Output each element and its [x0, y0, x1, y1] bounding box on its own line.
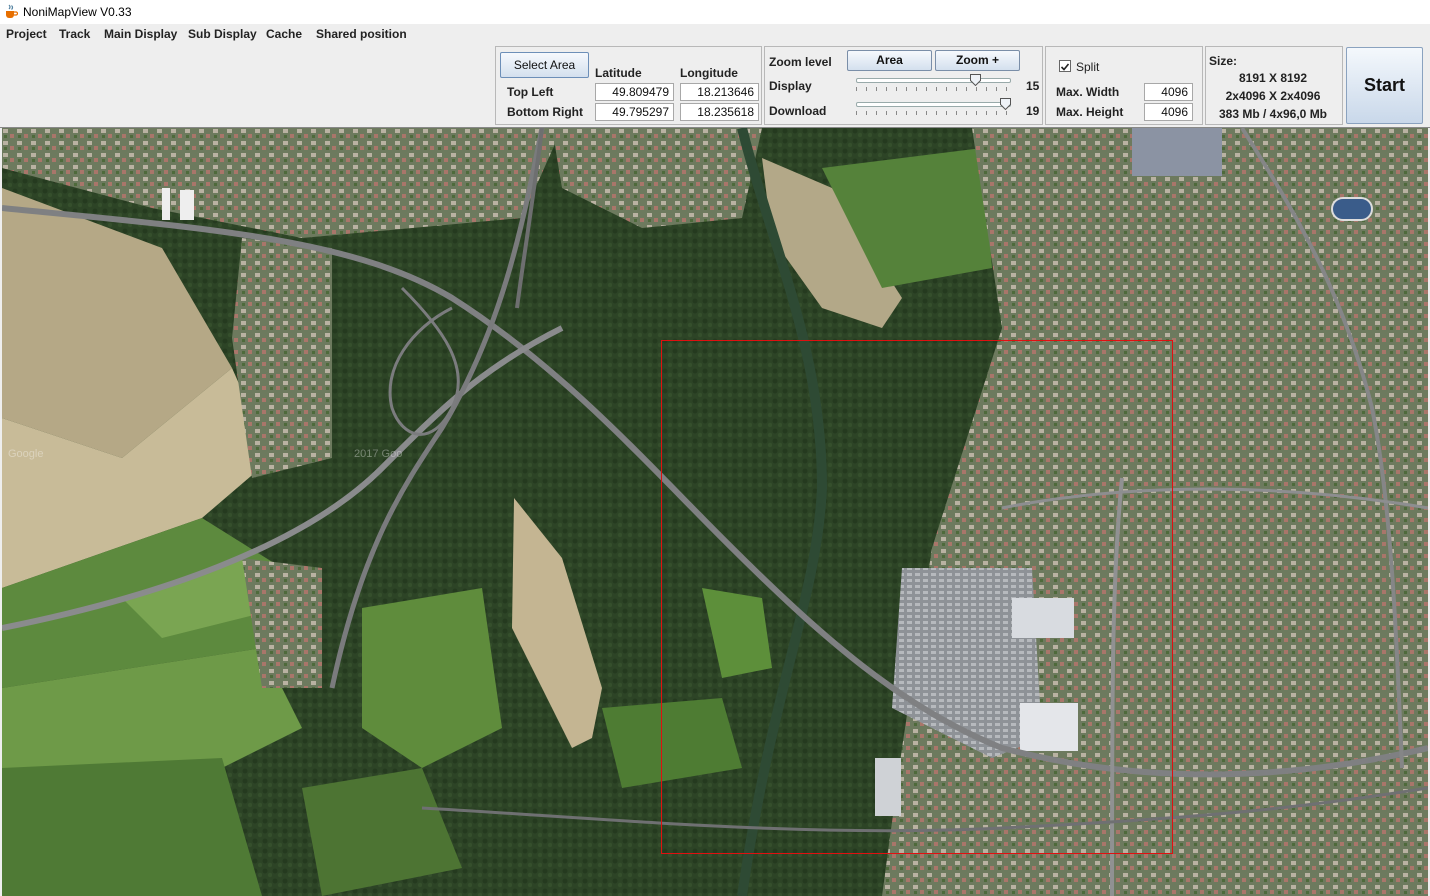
display-zoom-value: 15 [1026, 79, 1040, 93]
stadium-track [1331, 197, 1373, 221]
java-cup-icon [6, 4, 18, 18]
field [2, 758, 262, 896]
map-watermark: Google [8, 448, 44, 460]
size-memory: 383 Mb / 4x96,0 Mb [1218, 107, 1328, 121]
urban-area [232, 238, 332, 478]
split-label: Split [1076, 60, 1100, 74]
window-title: NoniMapView V0.33 [23, 5, 132, 19]
slider-ticks [856, 111, 1011, 115]
bottom-right-longitude-field[interactable] [680, 103, 759, 121]
size-panel: Size: 8191 X 8192 2x4096 X 2x4096 383 Mb… [1205, 46, 1343, 125]
selection-rectangle[interactable] [661, 340, 1173, 854]
zoom-area-label: Area [876, 53, 903, 67]
menu-bar: Project Track Main Display Sub Display C… [0, 24, 1430, 44]
split-panel: Split Max. Width Max. Height [1045, 46, 1203, 125]
slider-ticks [856, 87, 1011, 91]
menu-cache[interactable]: Cache [266, 26, 302, 42]
bottom-right-latitude-field[interactable] [595, 103, 674, 121]
menu-project[interactable]: Project [6, 26, 47, 42]
latitude-header: Latitude [595, 66, 642, 80]
max-height-label: Max. Height [1056, 105, 1124, 119]
size-title: Size: [1209, 54, 1238, 68]
map-watermark: 2017 Goo [354, 448, 403, 460]
zoom-plus-button[interactable]: Zoom + [935, 50, 1020, 71]
area-panel: Select Area Latitude Longitude Top Left … [495, 46, 762, 125]
select-area-label: Select Area [513, 58, 576, 72]
select-area-button[interactable]: Select Area [500, 52, 589, 78]
display-label: Display [769, 79, 812, 93]
display-zoom-slider[interactable] [856, 73, 1011, 91]
building [1132, 128, 1222, 176]
bottom-right-label: Bottom Right [507, 105, 583, 119]
slider-track [856, 78, 1011, 83]
split-checkbox[interactable] [1059, 60, 1071, 72]
zoom-plus-label: Zoom + [955, 53, 999, 67]
satellite-map-view[interactable]: Google 2017 Goo [2, 128, 1428, 896]
checkmark-icon [1060, 63, 1070, 71]
menu-main-display[interactable]: Main Display [104, 26, 177, 42]
zoom-area-button[interactable]: Area [847, 50, 932, 71]
menu-sub-display[interactable]: Sub Display [188, 26, 257, 42]
download-zoom-value: 19 [1026, 104, 1040, 118]
top-left-longitude-field[interactable] [680, 83, 759, 101]
zoom-level-title: Zoom level [769, 55, 832, 69]
top-left-latitude-field[interactable] [595, 83, 674, 101]
longitude-header: Longitude [680, 66, 738, 80]
menu-track[interactable]: Track [59, 26, 90, 42]
start-label: Start [1363, 75, 1405, 95]
size-tiles: 2x4096 X 2x4096 [1225, 89, 1321, 103]
title-bar: NoniMapView V0.33 [0, 0, 1430, 24]
download-label: Download [769, 104, 827, 118]
building [162, 188, 170, 220]
zoom-panel: Zoom level Area Zoom + Display 15 Downlo… [764, 46, 1043, 125]
menu-shared-position[interactable]: Shared position [316, 26, 407, 42]
size-pixels: 8191 X 8192 [1238, 71, 1308, 85]
max-width-field[interactable] [1144, 83, 1193, 101]
start-button[interactable]: Start [1346, 47, 1423, 124]
slider-thumb[interactable] [1000, 98, 1011, 110]
max-height-field[interactable] [1144, 103, 1193, 121]
slider-track [856, 102, 1011, 107]
building [180, 190, 194, 220]
download-zoom-slider[interactable] [856, 97, 1011, 115]
top-left-label: Top Left [507, 85, 554, 99]
max-width-label: Max. Width [1056, 85, 1120, 99]
slider-thumb[interactable] [970, 74, 981, 86]
toolbar: Select Area Latitude Longitude Top Left … [0, 44, 1430, 127]
